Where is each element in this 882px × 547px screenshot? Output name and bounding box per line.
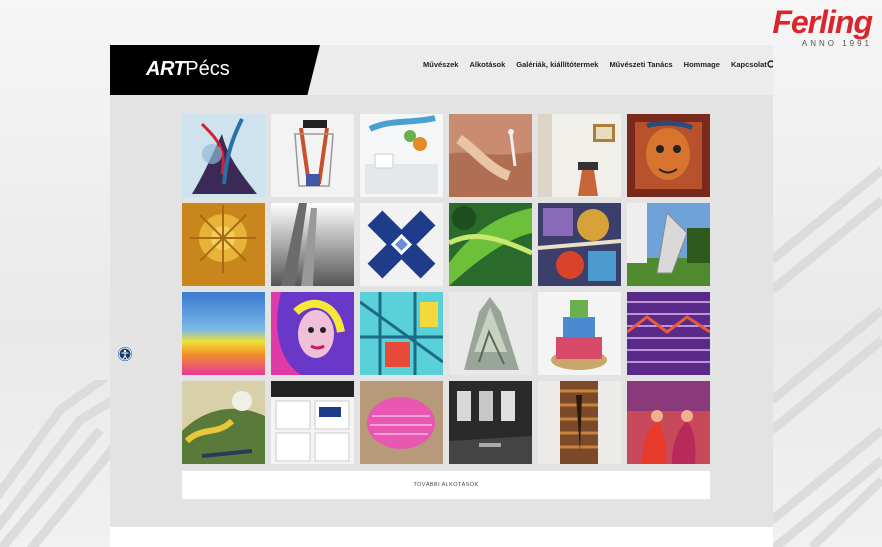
nav-item-galeriak[interactable]: Galériák, kiállítótermek <box>516 59 598 71</box>
brand-tagline: ANNO 1991 <box>801 39 872 48</box>
artwork-tile[interactable] <box>271 292 354 375</box>
main-nav: Művészek Alkotások Galériák, kiállítóter… <box>423 59 767 71</box>
artwork-tile[interactable] <box>627 381 710 464</box>
logo-art: ART <box>146 58 186 80</box>
artwork-tile[interactable] <box>538 381 621 464</box>
background-stripe-pattern-right <box>772 140 882 547</box>
artwork-tile[interactable] <box>538 292 621 375</box>
search-icon[interactable] <box>767 60 773 70</box>
accessibility-icon <box>118 347 132 361</box>
nav-item-alkotasok[interactable]: Alkotások <box>469 59 505 71</box>
artwork-tile[interactable] <box>360 114 443 197</box>
website-screenshot: ARTPécs Művészek Alkotások Galériák, kiá… <box>110 45 773 547</box>
site-logo[interactable]: ARTPécs <box>146 57 230 81</box>
artwork-tile[interactable] <box>271 381 354 464</box>
artwork-tile[interactable] <box>449 114 532 197</box>
footer-strip <box>110 527 773 547</box>
artwork-tile[interactable] <box>271 203 354 286</box>
logo-pecs: Pécs <box>185 58 230 80</box>
artwork-tile[interactable] <box>360 292 443 375</box>
brand-name: Ferling <box>772 4 873 40</box>
artwork-tile[interactable] <box>449 203 532 286</box>
artwork-tile[interactable] <box>538 114 621 197</box>
nav-item-muveszek[interactable]: Művészek <box>423 59 458 71</box>
artwork-tile[interactable] <box>449 381 532 464</box>
site-header: ARTPécs Művészek Alkotások Galériák, kiá… <box>110 45 773 95</box>
artwork-tile[interactable] <box>449 292 532 375</box>
nav-item-kapcsolat[interactable]: Kapcsolat <box>731 59 767 71</box>
nav-item-muveszeti-tanacs[interactable]: Művészeti Tanács <box>609 59 672 71</box>
artwork-tile[interactable] <box>271 114 354 197</box>
artwork-tile[interactable] <box>182 114 265 197</box>
more-artworks-label: TOVÁBBI ALKOTÁSOK <box>413 482 479 488</box>
artwork-tile[interactable] <box>182 292 265 375</box>
more-artworks-button[interactable]: TOVÁBBI ALKOTÁSOK <box>182 471 710 499</box>
accessibility-button[interactable] <box>116 345 134 363</box>
nav-item-hommage[interactable]: Hommage <box>684 59 720 71</box>
artwork-tile[interactable] <box>182 203 265 286</box>
ferling-logo: Ferling ANNO 1991 <box>772 4 873 49</box>
artwork-tile[interactable] <box>360 381 443 464</box>
artwork-tile[interactable] <box>182 381 265 464</box>
artwork-tile[interactable] <box>360 203 443 286</box>
background-stripe-pattern-left <box>0 380 110 547</box>
artwork-tile[interactable] <box>627 203 710 286</box>
artwork-tile[interactable] <box>538 203 621 286</box>
artwork-tile[interactable] <box>627 114 710 197</box>
artwork-tile[interactable] <box>627 292 710 375</box>
